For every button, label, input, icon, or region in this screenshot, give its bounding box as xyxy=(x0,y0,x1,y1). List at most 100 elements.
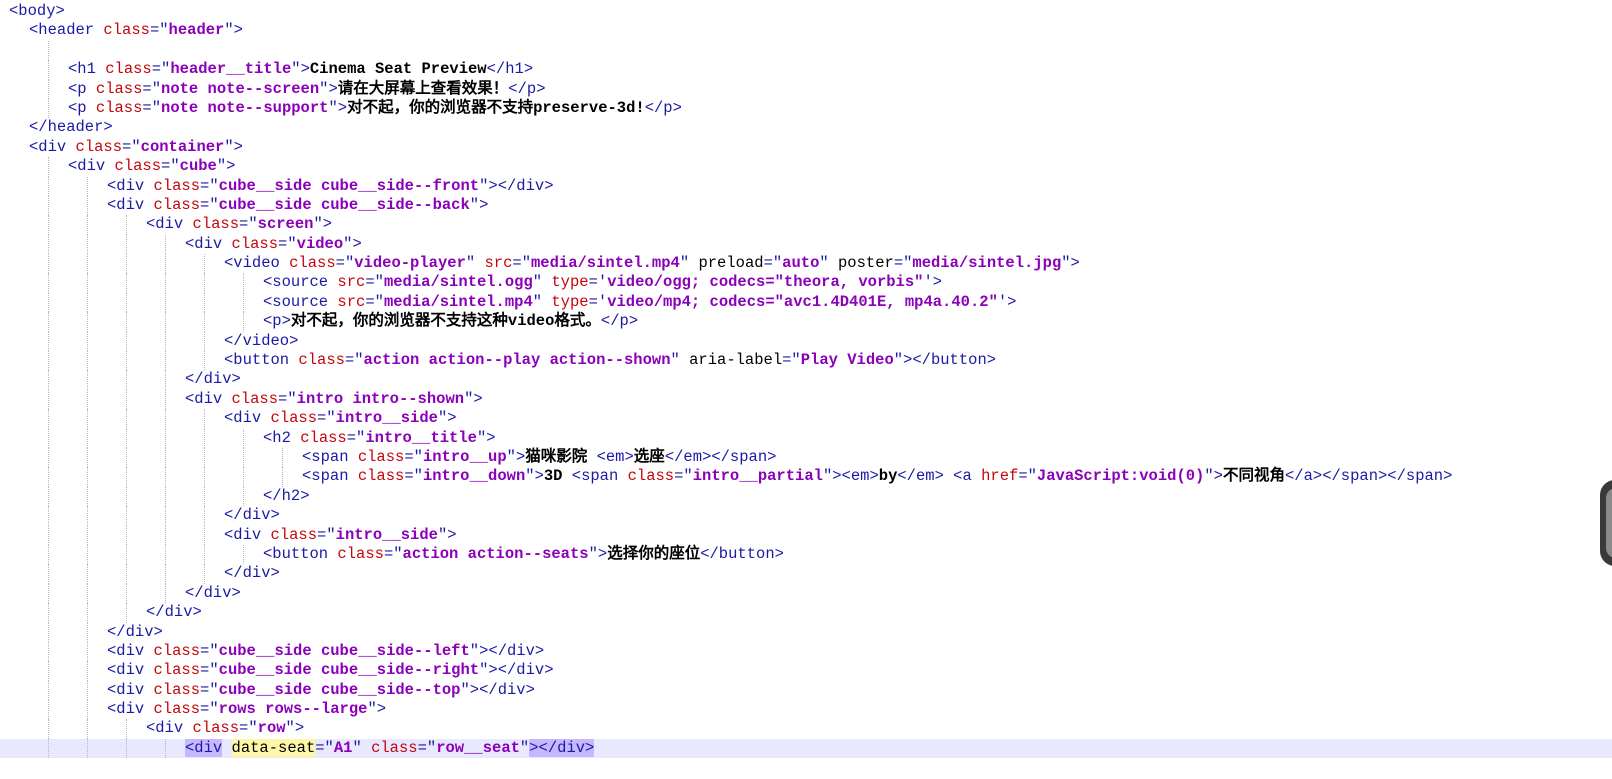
code-token: src xyxy=(337,292,366,311)
indent-guide xyxy=(48,719,49,739)
scrollbar-thumb[interactable] xyxy=(1600,480,1612,566)
code-token: "> xyxy=(476,428,496,447)
indent-guide xyxy=(48,603,49,623)
code-token: media/sintel.ogg xyxy=(383,273,533,292)
code-token: " xyxy=(465,254,485,273)
code-line[interactable]: <p class="note note--support">对不起，你的浏览器不… xyxy=(0,98,1612,119)
code-line[interactable]: <h2 class="intro__title"> xyxy=(0,428,1612,448)
code-token: " xyxy=(519,738,530,757)
code-token: =" xyxy=(278,234,297,253)
code-line[interactable]: <p>对不起，你的浏览器不支持这种video格式。</p> xyxy=(0,312,1612,332)
code-token: =' xyxy=(588,292,608,311)
code-token: =" xyxy=(763,254,783,273)
code-token: <div xyxy=(107,176,154,195)
code-line[interactable]: <div class="intro__side"> xyxy=(0,525,1612,545)
code-token: class xyxy=(95,79,143,98)
code-line[interactable]: <video class="video-player" src="media/s… xyxy=(0,254,1612,274)
code-line[interactable]: <body> xyxy=(0,2,1612,21)
indent-guide xyxy=(87,312,88,332)
code-line[interactable]: <div class="cube"> xyxy=(0,157,1612,177)
code-line[interactable]: </div> xyxy=(0,622,1612,642)
code-line[interactable] xyxy=(0,40,1612,61)
code-token: video/mp4; codecs="avc1.4D401E, mp4a.40.… xyxy=(607,292,998,311)
code-token: "> xyxy=(469,195,489,214)
code-line[interactable]: </h2> xyxy=(0,486,1612,507)
indent-guide xyxy=(126,409,127,429)
code-token: '> xyxy=(997,292,1017,311)
code-token: <div xyxy=(29,137,76,156)
indent-guide xyxy=(126,234,127,255)
code-token: screen xyxy=(257,215,314,234)
code-editor[interactable]: <body> <header class="header"> <h1 class… xyxy=(0,0,1612,779)
indent-guide xyxy=(165,583,166,604)
indent-guide xyxy=(126,331,127,352)
indent-guide xyxy=(87,525,88,545)
code-line[interactable]: <div class="video"> xyxy=(0,234,1612,255)
code-line[interactable]: </div> xyxy=(0,583,1612,604)
indent-guide xyxy=(48,525,49,545)
code-text: 对不起，你的浏览器不支持这种video格式。 xyxy=(290,312,601,331)
code-token: <h2 xyxy=(263,428,301,447)
indent-guide xyxy=(48,176,49,196)
code-line[interactable]: </div> xyxy=(0,370,1612,390)
code-line[interactable]: <button class="action action--seats">选择你… xyxy=(0,544,1612,565)
code-line[interactable]: <div class="intro__side"> xyxy=(0,409,1612,429)
code-line[interactable]: <div class="cube__side cube__side--left"… xyxy=(0,641,1612,662)
code-area[interactable]: <body> <header class="header"> <h1 class… xyxy=(0,2,1612,759)
code-line[interactable]: <div class="rows rows--large"> xyxy=(0,700,1612,720)
indent-guide xyxy=(48,273,49,293)
code-line[interactable]: </div> xyxy=(0,603,1612,623)
code-token: intro__side xyxy=(335,409,438,428)
indent-guide xyxy=(87,331,88,352)
indent-guide xyxy=(48,486,49,507)
indent-guide xyxy=(243,292,244,313)
code-line[interactable]: <h1 class="header__title">Cinema Seat Pr… xyxy=(0,60,1612,80)
code-token: "> xyxy=(216,157,236,176)
code-line[interactable]: </video> xyxy=(0,331,1612,352)
code-line[interactable]: <div class="row"> xyxy=(0,719,1612,739)
code-line[interactable]: <span class="intro__up">猫咪影院 <em>选座</em>… xyxy=(0,447,1612,468)
code-line[interactable]: <div class="cube__side cube__side--right… xyxy=(0,661,1612,681)
code-line[interactable]: <div class="cube__side cube__side--back"… xyxy=(0,195,1612,216)
code-token: intro__up xyxy=(422,447,507,466)
indent-guide xyxy=(48,583,49,604)
code-line[interactable]: <div class="cube__side cube__side--top">… xyxy=(0,680,1612,701)
code-line[interactable]: </div> xyxy=(0,506,1612,526)
code-line[interactable]: </div> xyxy=(0,564,1612,584)
indent-guide xyxy=(243,544,244,565)
code-line[interactable]: <p class="note note--screen">请在大屏幕上查看效果！… xyxy=(0,79,1612,99)
indent-guide xyxy=(48,467,49,487)
code-line[interactable]: <div class="screen"> xyxy=(0,215,1612,235)
code-line[interactable]: <div class="container"> xyxy=(0,138,1612,157)
code-token: <h1 xyxy=(68,60,106,79)
code-line[interactable]: <span class="intro__down">3D <span class… xyxy=(0,467,1612,487)
code-token: auto xyxy=(782,254,820,273)
code-line[interactable]: </header> xyxy=(0,118,1612,137)
code-token: "> xyxy=(367,700,387,719)
indent-guide xyxy=(48,234,49,255)
code-token: =" xyxy=(200,680,219,699)
indent-guide xyxy=(243,447,244,468)
code-token: row xyxy=(257,719,286,738)
code-line[interactable]: <div class="intro intro--shown"> xyxy=(0,389,1612,410)
indent-guide xyxy=(87,641,88,662)
code-token: class xyxy=(357,447,405,466)
code-line[interactable]: <source src="media/sintel.mp4" type='vid… xyxy=(0,292,1612,313)
indent-guide xyxy=(282,467,283,487)
code-line[interactable]: <button class="action action--play actio… xyxy=(0,351,1612,371)
code-line[interactable]: <source src="media/sintel.ogg" type='vid… xyxy=(0,273,1612,293)
code-line[interactable]: <header class="header"> xyxy=(0,21,1612,40)
indent-guide xyxy=(48,389,49,410)
code-token: </video> xyxy=(224,331,299,350)
indent-guide xyxy=(165,486,166,507)
indent-guide xyxy=(87,738,88,759)
indent-guide xyxy=(165,544,166,565)
code-line[interactable]: <div class="cube__side cube__side--front… xyxy=(0,176,1612,196)
code-token: </em> <a xyxy=(897,467,982,486)
code-token: class xyxy=(153,641,201,660)
indent-guide xyxy=(48,409,49,429)
indent-guide xyxy=(48,700,49,720)
code-token: class xyxy=(270,409,318,428)
indent-guide xyxy=(126,544,127,565)
current-code-line[interactable]: <div data-seat="A1" class="row__seat"></… xyxy=(0,738,1612,759)
